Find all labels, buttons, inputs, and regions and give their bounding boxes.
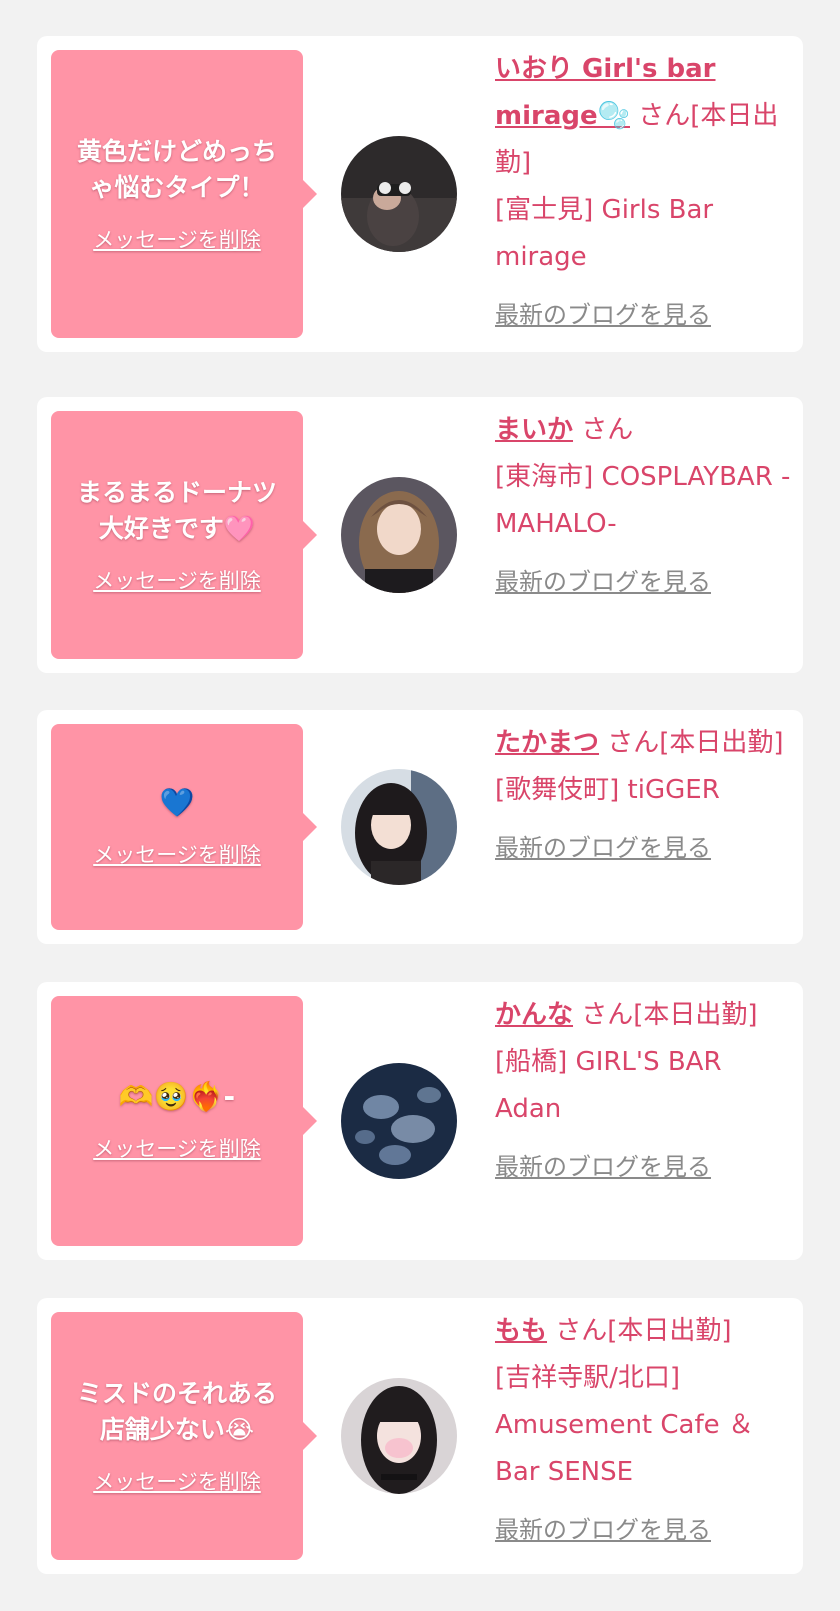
message-bubble: ミスドのそれある 店舗少ない😭 メッセージを削除	[51, 1312, 317, 1560]
cast-name-link[interactable]: たかまつ	[495, 728, 599, 758]
cast-info: かんな さん[本日出勤] [船橋] GIRL'S BAR Adan 最新のブログ…	[495, 992, 795, 1182]
avatar[interactable]	[341, 477, 457, 593]
message-card: ミスドのそれある 店舗少ない😭 メッセージを削除 もも さん[本日出勤] [吉祥…	[37, 1298, 803, 1574]
delete-message-link[interactable]: メッセージを削除	[93, 1466, 261, 1496]
delete-message-link[interactable]: メッセージを削除	[93, 565, 261, 595]
delete-message-link[interactable]: メッセージを削除	[93, 839, 261, 869]
avatar-photo	[341, 477, 457, 593]
message-list: 黄色だけどめっち ゃ悩むタイプ！ メッセージを削除 いおり Girl's bar…	[0, 0, 840, 1611]
avatar-photo	[341, 769, 457, 885]
avatar[interactable]	[341, 1378, 457, 1494]
message-bubble: 💙 メッセージを削除	[51, 724, 317, 930]
shop-info: [東海市] COSPLAYBAR -MAHALO-	[495, 462, 791, 539]
message-text: 黄色だけどめっち ゃ悩むタイプ！	[76, 137, 277, 202]
latest-blog-link[interactable]: 最新のブログを見る	[495, 1510, 711, 1545]
avatar[interactable]	[341, 769, 457, 885]
message-text: 🫶🥹❤️‍🔥-	[118, 1080, 236, 1113]
cast-status: さん[本日出勤]	[581, 1000, 758, 1030]
shop-info: [船橋] GIRL'S BAR Adan	[495, 1047, 722, 1124]
cast-info: まいか さん [東海市] COSPLAYBAR -MAHALO- 最新のブログを…	[495, 407, 795, 597]
cast-status: さん[本日出勤]	[555, 1316, 732, 1346]
avatar-photo	[341, 1063, 457, 1179]
avatar-photo	[341, 1378, 457, 1494]
message-bubble: 黄色だけどめっち ゃ悩むタイプ！ メッセージを削除	[51, 50, 317, 338]
message-card: 🫶🥹❤️‍🔥- メッセージを削除 かんな さん[本日出勤] [船橋] GIRL'…	[37, 982, 803, 1260]
avatar[interactable]	[341, 136, 457, 252]
latest-blog-link[interactable]: 最新のブログを見る	[495, 295, 711, 330]
delete-message-link[interactable]: メッセージを削除	[93, 224, 261, 254]
cast-info: もも さん[本日出勤] [吉祥寺駅/北口] Amusement Cafe ＆Ba…	[495, 1308, 795, 1545]
message-card: 💙 メッセージを削除 たかまつ さん[本日出勤] [歌舞伎町] tiGGER 最…	[37, 710, 803, 944]
shop-info: [吉祥寺駅/北口] Amusement Cafe ＆Bar SENSE	[495, 1363, 754, 1487]
message-card: まるまるドーナツ 大好きです🩷 メッセージを削除 まいか さん [東海市] CO…	[37, 397, 803, 673]
latest-blog-link[interactable]: 最新のブログを見る	[495, 828, 711, 863]
message-text: ミスドのそれある 店舗少ない😭	[76, 1379, 277, 1444]
cast-name-link[interactable]: まいか	[495, 415, 573, 445]
message-bubble: 🫶🥹❤️‍🔥- メッセージを削除	[51, 996, 317, 1246]
cast-status: さん[本日出勤]	[607, 728, 784, 758]
delete-message-link[interactable]: メッセージを削除	[93, 1133, 261, 1163]
message-text: まるまるドーナツ 大好きです🩷	[76, 478, 277, 543]
avatar[interactable]	[341, 1063, 457, 1179]
message-bubble: まるまるドーナツ 大好きです🩷 メッセージを削除	[51, 411, 317, 659]
cast-info: いおり Girl's bar mirage🫧 さん[本日出勤] [富士見] Gi…	[495, 46, 795, 330]
cast-status: さん	[581, 415, 634, 445]
latest-blog-link[interactable]: 最新のブログを見る	[495, 1147, 711, 1182]
message-card: 黄色だけどめっち ゃ悩むタイプ！ メッセージを削除 いおり Girl's bar…	[37, 36, 803, 352]
shop-info: [富士見] Girls Bar mirage	[495, 195, 714, 272]
latest-blog-link[interactable]: 最新のブログを見る	[495, 562, 711, 597]
shop-info: [歌舞伎町] tiGGER	[495, 775, 720, 805]
message-text: 💙	[159, 786, 195, 819]
cast-name-link[interactable]: もも	[495, 1316, 547, 1346]
avatar-photo	[341, 136, 457, 252]
cast-info: たかまつ さん[本日出勤] [歌舞伎町] tiGGER 最新のブログを見る	[495, 720, 795, 863]
cast-name-link[interactable]: かんな	[495, 1000, 573, 1030]
